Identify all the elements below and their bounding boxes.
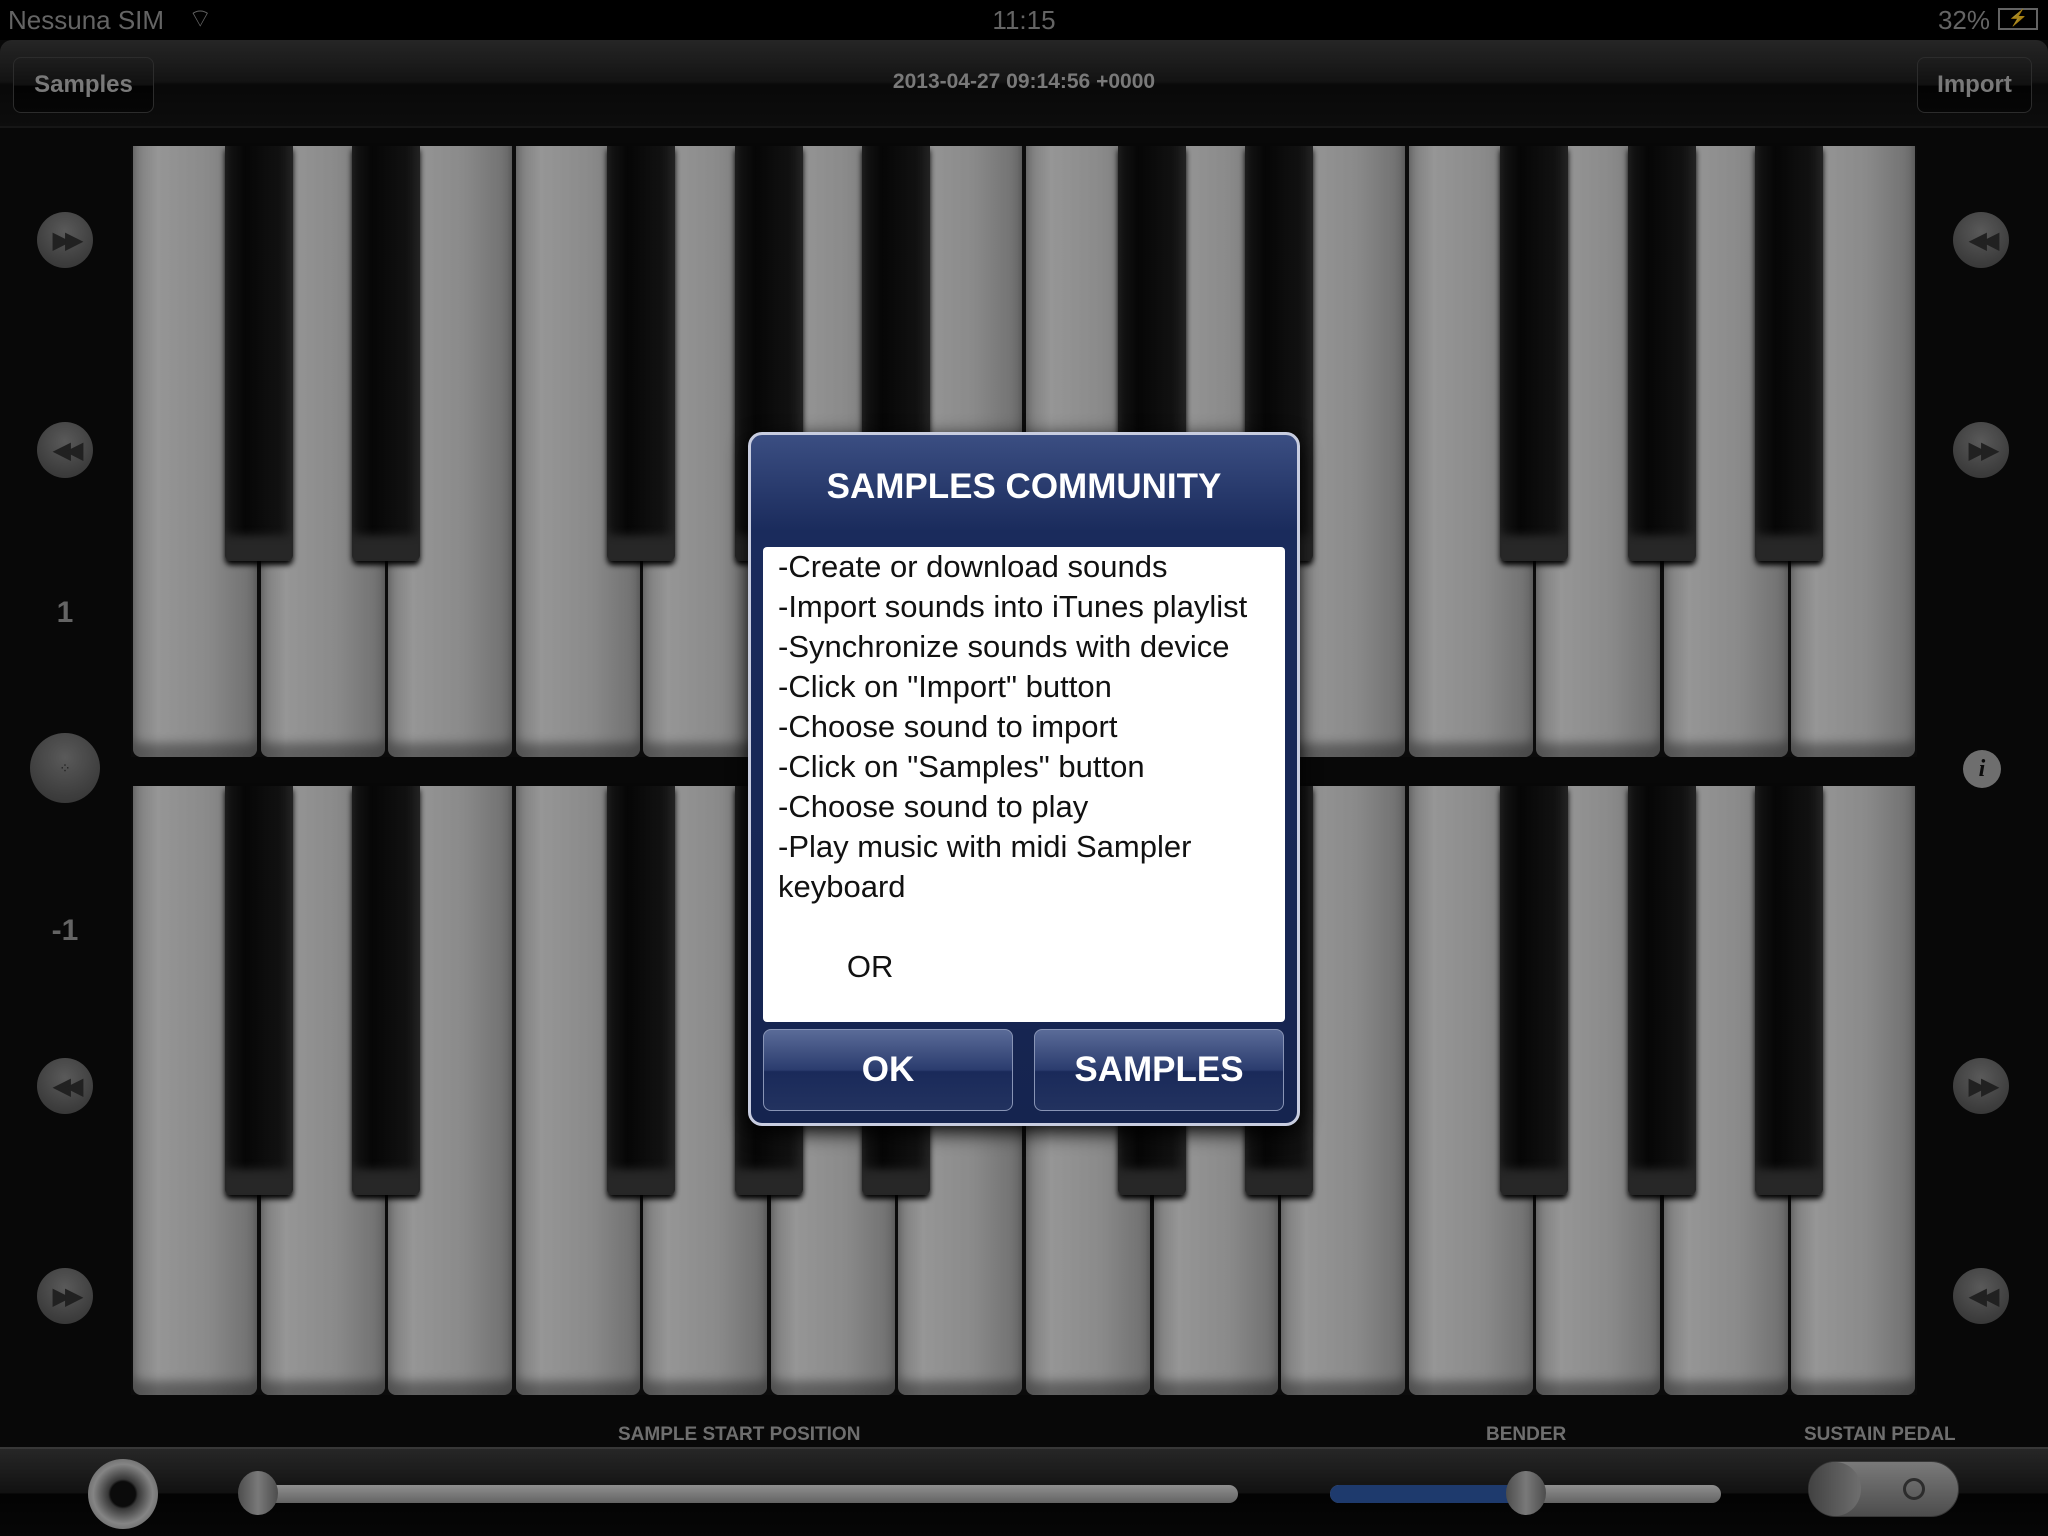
samples-community-dialog: SAMPLES COMMUNITY -Create or download so… <box>748 432 1300 1126</box>
dialog-title: SAMPLES COMMUNITY <box>826 467 1222 506</box>
samples-dialog-button[interactable]: SAMPLES <box>1034 1029 1284 1111</box>
dialog-message[interactable]: -Create or download sounds -Import sound… <box>763 547 1285 1022</box>
ok-button[interactable]: OK <box>763 1029 1013 1111</box>
